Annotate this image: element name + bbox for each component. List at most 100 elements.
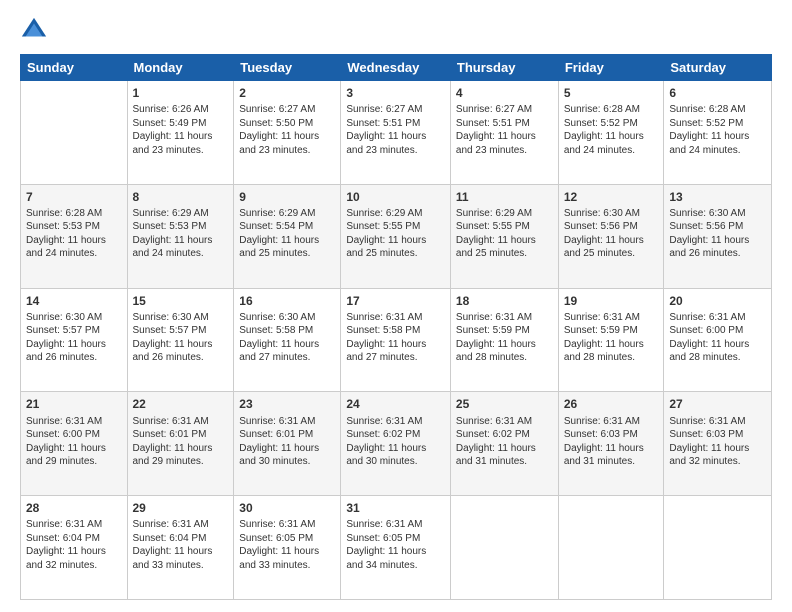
logo xyxy=(20,16,52,44)
day-number: 14 xyxy=(26,293,122,309)
day-info: Sunrise: 6:28 AM Sunset: 5:53 PM Dayligh… xyxy=(26,207,122,261)
day-number: 23 xyxy=(239,396,335,412)
page-header xyxy=(20,16,772,44)
calendar-cell: 18 Sunrise: 6:31 AM Sunset: 5:59 PM Dayli… xyxy=(450,288,558,392)
day-info: Sunrise: 6:31 AM Sunset: 6:05 PM Dayligh… xyxy=(346,518,445,572)
calendar-week-row: 21 Sunrise: 6:31 AM Sunset: 6:00 PM Dayli… xyxy=(21,392,772,496)
col-wednesday: Wednesday xyxy=(341,55,451,81)
calendar-cell: 29 Sunrise: 6:31 AM Sunset: 6:04 PM Dayli… xyxy=(127,496,234,600)
calendar-cell: 6 Sunrise: 6:28 AM Sunset: 5:52 PM Daylig… xyxy=(664,81,772,185)
col-sunday: Sunday xyxy=(21,55,128,81)
day-info: Sunrise: 6:31 AM Sunset: 6:00 PM Dayligh… xyxy=(26,415,122,469)
day-info: Sunrise: 6:29 AM Sunset: 5:55 PM Dayligh… xyxy=(456,207,553,261)
col-friday: Friday xyxy=(558,55,664,81)
calendar-header-row: Sunday Monday Tuesday Wednesday Thursday… xyxy=(21,55,772,81)
day-info: Sunrise: 6:30 AM Sunset: 5:57 PM Dayligh… xyxy=(26,311,122,365)
day-info: Sunrise: 6:31 AM Sunset: 6:03 PM Dayligh… xyxy=(564,415,659,469)
day-info: Sunrise: 6:31 AM Sunset: 6:00 PM Dayligh… xyxy=(669,311,766,365)
day-info: Sunrise: 6:31 AM Sunset: 5:59 PM Dayligh… xyxy=(564,311,659,365)
day-number: 31 xyxy=(346,500,445,516)
col-thursday: Thursday xyxy=(450,55,558,81)
calendar-cell: 1Sunrise: 6:26 AM Sunset: 5:49 PM Daylig… xyxy=(127,81,234,185)
day-number: 2 xyxy=(239,85,335,101)
day-info: Sunrise: 6:31 AM Sunset: 6:04 PM Dayligh… xyxy=(26,518,122,572)
day-info: Sunrise: 6:27 AM Sunset: 5:51 PM Dayligh… xyxy=(346,103,445,157)
day-number: 6 xyxy=(669,85,766,101)
day-number: 27 xyxy=(669,396,766,412)
calendar-cell: 10 Sunrise: 6:29 AM Sunset: 5:55 PM Dayli… xyxy=(341,184,451,288)
day-number: 7 xyxy=(26,189,122,205)
calendar-cell: 8Sunrise: 6:29 AM Sunset: 5:53 PM Daylig… xyxy=(127,184,234,288)
day-info: Sunrise: 6:27 AM Sunset: 5:50 PM Dayligh… xyxy=(239,103,335,157)
calendar-cell: 31 Sunrise: 6:31 AM Sunset: 6:05 PM Dayli… xyxy=(341,496,451,600)
day-number: 13 xyxy=(669,189,766,205)
day-number: 10 xyxy=(346,189,445,205)
day-info: Sunrise: 6:31 AM Sunset: 6:01 PM Dayligh… xyxy=(239,415,335,469)
day-number: 22 xyxy=(133,396,229,412)
calendar-cell: 28Sunrise: 6:31 AM Sunset: 6:04 PM Dayli… xyxy=(21,496,128,600)
calendar-cell xyxy=(664,496,772,600)
day-number: 18 xyxy=(456,293,553,309)
calendar-cell: 7 Sunrise: 6:28 AM Sunset: 5:53 PM Daylig… xyxy=(21,184,128,288)
day-info: Sunrise: 6:28 AM Sunset: 5:52 PM Dayligh… xyxy=(669,103,766,157)
day-info: Sunrise: 6:31 AM Sunset: 6:01 PM Dayligh… xyxy=(133,415,229,469)
day-info: Sunrise: 6:29 AM Sunset: 5:54 PM Dayligh… xyxy=(239,207,335,261)
day-info: Sunrise: 6:31 AM Sunset: 6:05 PM Dayligh… xyxy=(239,518,335,572)
day-info: Sunrise: 6:31 AM Sunset: 6:04 PM Dayligh… xyxy=(133,518,229,572)
day-info: Sunrise: 6:31 AM Sunset: 6:02 PM Dayligh… xyxy=(456,415,553,469)
calendar-cell: 20 Sunrise: 6:31 AM Sunset: 6:00 PM Dayli… xyxy=(664,288,772,392)
calendar-cell: 23 Sunrise: 6:31 AM Sunset: 6:01 PM Dayli… xyxy=(234,392,341,496)
calendar-week-row: 1Sunrise: 6:26 AM Sunset: 5:49 PM Daylig… xyxy=(21,81,772,185)
day-number: 16 xyxy=(239,293,335,309)
day-number: 24 xyxy=(346,396,445,412)
col-monday: Monday xyxy=(127,55,234,81)
col-tuesday: Tuesday xyxy=(234,55,341,81)
calendar-cell: 25 Sunrise: 6:31 AM Sunset: 6:02 PM Dayli… xyxy=(450,392,558,496)
calendar-cell: 14 Sunrise: 6:30 AM Sunset: 5:57 PM Dayli… xyxy=(21,288,128,392)
calendar-cell: 3 Sunrise: 6:27 AM Sunset: 5:51 PM Daylig… xyxy=(341,81,451,185)
calendar-cell xyxy=(450,496,558,600)
calendar-cell: 5Sunrise: 6:28 AM Sunset: 5:52 PM Daylig… xyxy=(558,81,664,185)
day-number: 30 xyxy=(239,500,335,516)
day-number: 20 xyxy=(669,293,766,309)
day-number: 3 xyxy=(346,85,445,101)
calendar-cell: 17 Sunrise: 6:31 AM Sunset: 5:58 PM Dayli… xyxy=(341,288,451,392)
day-number: 29 xyxy=(133,500,229,516)
day-info: Sunrise: 6:29 AM Sunset: 5:55 PM Dayligh… xyxy=(346,207,445,261)
calendar-cell: 13Sunrise: 6:30 AM Sunset: 5:56 PM Dayli… xyxy=(664,184,772,288)
calendar-cell: 4 Sunrise: 6:27 AM Sunset: 5:51 PM Daylig… xyxy=(450,81,558,185)
calendar-cell: 11 Sunrise: 6:29 AM Sunset: 5:55 PM Dayli… xyxy=(450,184,558,288)
calendar-cell: 30 Sunrise: 6:31 AM Sunset: 6:05 PM Dayli… xyxy=(234,496,341,600)
day-number: 25 xyxy=(456,396,553,412)
day-info: Sunrise: 6:31 AM Sunset: 6:03 PM Dayligh… xyxy=(669,415,766,469)
day-info: Sunrise: 6:31 AM Sunset: 5:59 PM Dayligh… xyxy=(456,311,553,365)
day-number: 4 xyxy=(456,85,553,101)
day-info: Sunrise: 6:30 AM Sunset: 5:57 PM Dayligh… xyxy=(133,311,229,365)
calendar-week-row: 28Sunrise: 6:31 AM Sunset: 6:04 PM Dayli… xyxy=(21,496,772,600)
day-info: Sunrise: 6:31 AM Sunset: 6:02 PM Dayligh… xyxy=(346,415,445,469)
day-number: 17 xyxy=(346,293,445,309)
calendar-week-row: 7 Sunrise: 6:28 AM Sunset: 5:53 PM Daylig… xyxy=(21,184,772,288)
calendar-week-row: 14 Sunrise: 6:30 AM Sunset: 5:57 PM Dayli… xyxy=(21,288,772,392)
day-number: 5 xyxy=(564,85,659,101)
day-info: Sunrise: 6:30 AM Sunset: 5:58 PM Dayligh… xyxy=(239,311,335,365)
day-number: 26 xyxy=(564,396,659,412)
day-info: Sunrise: 6:27 AM Sunset: 5:51 PM Dayligh… xyxy=(456,103,553,157)
day-info: Sunrise: 6:30 AM Sunset: 5:56 PM Dayligh… xyxy=(564,207,659,261)
day-number: 15 xyxy=(133,293,229,309)
calendar-table: Sunday Monday Tuesday Wednesday Thursday… xyxy=(20,54,772,600)
calendar-cell: 12Sunrise: 6:30 AM Sunset: 5:56 PM Dayli… xyxy=(558,184,664,288)
logo-icon xyxy=(20,16,48,44)
day-info: Sunrise: 6:31 AM Sunset: 5:58 PM Dayligh… xyxy=(346,311,445,365)
calendar-cell xyxy=(558,496,664,600)
col-saturday: Saturday xyxy=(664,55,772,81)
calendar-cell: 27 Sunrise: 6:31 AM Sunset: 6:03 PM Dayli… xyxy=(664,392,772,496)
day-number: 11 xyxy=(456,189,553,205)
day-number: 21 xyxy=(26,396,122,412)
calendar-cell: 21 Sunrise: 6:31 AM Sunset: 6:00 PM Dayli… xyxy=(21,392,128,496)
calendar-cell xyxy=(21,81,128,185)
calendar-cell: 9 Sunrise: 6:29 AM Sunset: 5:54 PM Daylig… xyxy=(234,184,341,288)
calendar-cell: 26 Sunrise: 6:31 AM Sunset: 6:03 PM Dayli… xyxy=(558,392,664,496)
day-number: 9 xyxy=(239,189,335,205)
day-number: 1 xyxy=(133,85,229,101)
